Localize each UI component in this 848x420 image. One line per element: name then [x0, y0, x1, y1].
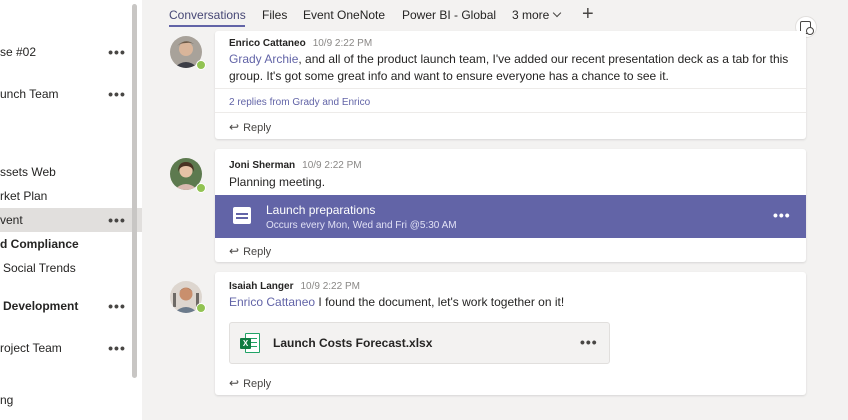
team-item[interactable]: Development ••• — [0, 294, 142, 318]
post-author[interactable]: Enrico Cattaneo 10/9 2:22 PM — [229, 38, 372, 49]
reply-label: Reply — [243, 378, 272, 390]
reply-label: Reply — [243, 246, 272, 258]
reply-icon: ↩ — [229, 120, 240, 134]
channel-item[interactable]: ng — [0, 388, 142, 412]
author-name: Enrico Cattaneo — [229, 38, 306, 49]
channel-item-label: roject Team — [0, 341, 62, 355]
tab-conversations[interactable]: Conversations — [169, 8, 246, 26]
more-options-icon[interactable]: ••• — [106, 208, 128, 232]
reply-icon: ↩ — [229, 244, 240, 258]
tab-more-label: 3 more — [512, 8, 550, 22]
channel-item[interactable]: unch Team ••• — [0, 82, 142, 106]
team-item-label: d Compliance — [0, 237, 79, 251]
post-card: Isaiah Langer 10/9 2:22 PM Enrico Cattane… — [215, 272, 806, 395]
channel-item-label: Social Trends — [3, 261, 76, 275]
tab-more[interactable]: 3 more — [512, 8, 562, 26]
post-message-text: , and all of the product launch team, I'… — [229, 52, 789, 83]
post-card: Enrico Cattaneo 10/9 2:22 PM Grady Archie… — [215, 31, 806, 139]
channel-item[interactable]: ssets Web — [0, 160, 142, 184]
file-attachment[interactable]: X Launch Costs Forecast.xlsx ••• — [229, 322, 610, 364]
post-author[interactable]: Joni Sherman 10/9 2:22 PM — [229, 160, 362, 171]
channel-item-label: ng — [0, 393, 14, 407]
post-message: Enrico Cattaneo I found the document, le… — [229, 294, 789, 311]
more-options-icon[interactable]: ••• — [106, 294, 128, 318]
channel-list-sidebar: se #02 ••• unch Team ••• ssets Web rket … — [0, 0, 142, 420]
reply-label: Reply — [243, 122, 272, 134]
reply-button[interactable]: ↩ Reply — [229, 120, 271, 134]
presence-available-icon — [196, 303, 206, 313]
add-tab-icon[interactable]: + — [582, 4, 594, 24]
chevron-down-icon — [553, 8, 562, 18]
channel-item[interactable]: roject Team ••• — [0, 336, 142, 360]
event-recurrence: Occurs every Mon, Wed and Fri @5:30 AM — [266, 220, 457, 231]
presence-available-icon — [196, 60, 206, 70]
tab-files[interactable]: Files — [262, 8, 287, 26]
channel-item-label: rket Plan — [0, 189, 48, 203]
author-name: Isaiah Langer — [229, 281, 294, 292]
post-author[interactable]: Isaiah Langer 10/9 2:22 PM — [229, 281, 360, 292]
post-timestamp: 10/9 2:22 PM — [300, 281, 360, 292]
excel-file-icon: X — [240, 333, 260, 353]
calendar-icon — [233, 207, 251, 224]
channel-item-label: vent — [0, 213, 23, 227]
author-name: Joni Sherman — [229, 160, 296, 171]
replies-summary-link[interactable]: 2 replies from Grady and Enrico — [229, 97, 370, 108]
reply-button[interactable]: ↩ Reply — [229, 244, 271, 258]
reply-icon: ↩ — [229, 376, 240, 390]
channel-item-label: ssets Web — [0, 165, 56, 179]
event-title: Launch preparations — [266, 203, 376, 217]
channel-item-label: se #02 — [0, 45, 37, 59]
mention-link[interactable]: Enrico Cattaneo — [229, 295, 315, 309]
tab-event-onenote[interactable]: Event OneNote — [303, 8, 385, 26]
file-more-options-icon[interactable]: ••• — [580, 334, 598, 350]
post-card: Joni Sherman 10/9 2:22 PM Planning meetin… — [215, 149, 806, 262]
divider — [215, 112, 806, 113]
post-message: Planning meeting. — [229, 175, 326, 189]
channel-item[interactable]: se #02 ••• — [0, 40, 142, 64]
meeting-event-card[interactable]: Launch preparations Occurs every Mon, We… — [215, 195, 806, 238]
post-message: Grady Archie, and all of the product lau… — [229, 51, 789, 85]
divider — [215, 88, 806, 89]
more-options-icon[interactable]: ••• — [106, 40, 128, 64]
sidebar-scrollbar[interactable] — [132, 4, 137, 378]
excel-badge: X — [240, 338, 251, 349]
channel-item-selected[interactable]: vent ••• — [0, 208, 142, 232]
mention-link[interactable]: Grady Archie — [229, 52, 298, 66]
more-options-icon[interactable]: ••• — [106, 82, 128, 106]
post-timestamp: 10/9 2:22 PM — [302, 160, 362, 171]
reply-button[interactable]: ↩ Reply — [229, 376, 271, 390]
presence-available-icon — [196, 183, 206, 193]
post-timestamp: 10/9 2:22 PM — [312, 38, 373, 49]
team-item[interactable]: d Compliance — [0, 232, 142, 256]
active-tab-indicator — [169, 25, 245, 27]
file-name: Launch Costs Forecast.xlsx — [273, 336, 433, 350]
channel-item-label: unch Team — [0, 87, 59, 101]
more-options-icon[interactable]: ••• — [106, 336, 128, 360]
channel-item[interactable]: rket Plan — [0, 184, 142, 208]
event-more-options-icon[interactable]: ••• — [773, 207, 791, 223]
channel-item[interactable]: Social Trends — [0, 256, 142, 280]
team-item-label: Development — [3, 299, 79, 313]
tab-power-bi-global[interactable]: Power BI - Global — [402, 8, 496, 26]
post-message-text: I found the document, let's work togethe… — [315, 295, 565, 309]
